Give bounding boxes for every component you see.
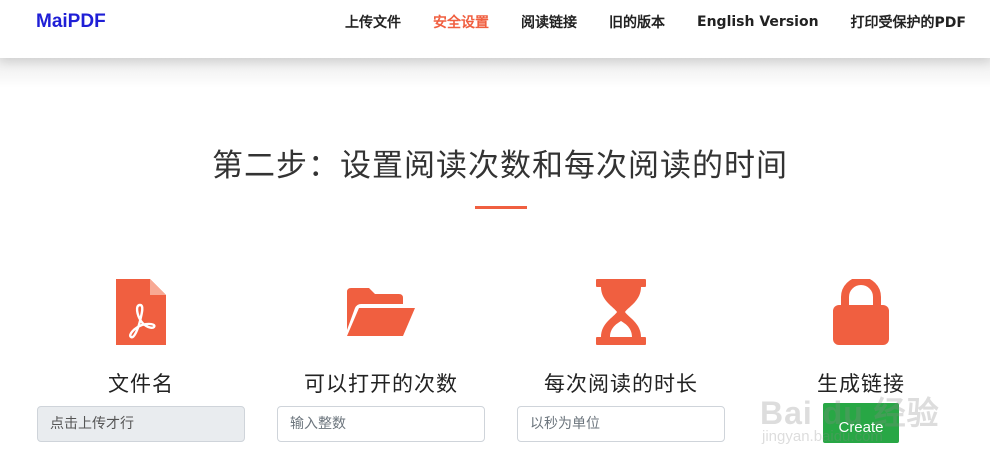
step-label: 文件名 xyxy=(108,372,174,396)
step-generate-link: 生成链接 xyxy=(756,278,966,398)
nav-read-link[interactable]: 阅读链接 xyxy=(521,12,577,32)
header-band xyxy=(0,58,990,88)
nav-print-protected-pdf[interactable]: 打印受保护的PDF xyxy=(851,12,966,32)
step-label: 每次阅读的时长 xyxy=(544,372,698,396)
brand-logo[interactable]: MaiPDF xyxy=(36,11,106,33)
filename-field[interactable]: 点击上传才行 xyxy=(37,406,245,442)
step-open-count: 可以打开的次数 xyxy=(276,278,486,398)
navbar: MaiPDF 上传文件 安全设置 阅读链接 旧的版本 English Versi… xyxy=(0,0,990,58)
step-read-duration: 每次阅读的时长 xyxy=(516,278,726,398)
nav-upload-file[interactable]: 上传文件 xyxy=(345,12,401,32)
open-count-input[interactable] xyxy=(277,406,485,442)
step-filename: 文件名 xyxy=(36,278,246,398)
read-duration-input[interactable] xyxy=(517,406,725,442)
nav-menu: 上传文件 安全设置 阅读链接 旧的版本 English Version 打印受保… xyxy=(313,0,966,44)
pdf-file-icon xyxy=(36,278,246,346)
hourglass-icon xyxy=(516,278,726,346)
step-label: 可以打开的次数 xyxy=(304,372,458,396)
nav-old-version[interactable]: 旧的版本 xyxy=(609,12,665,32)
create-button[interactable]: Create xyxy=(823,403,899,443)
nav-security-settings[interactable]: 安全设置 xyxy=(433,12,489,32)
lock-icon xyxy=(756,278,966,346)
step-label: 生成链接 xyxy=(817,372,905,396)
nav-english-version[interactable]: English Version xyxy=(697,14,819,30)
folder-open-icon xyxy=(276,278,486,346)
title-divider xyxy=(475,206,527,209)
section-title: 第二步：设置阅读次数和每次阅读的时间 xyxy=(212,148,788,184)
